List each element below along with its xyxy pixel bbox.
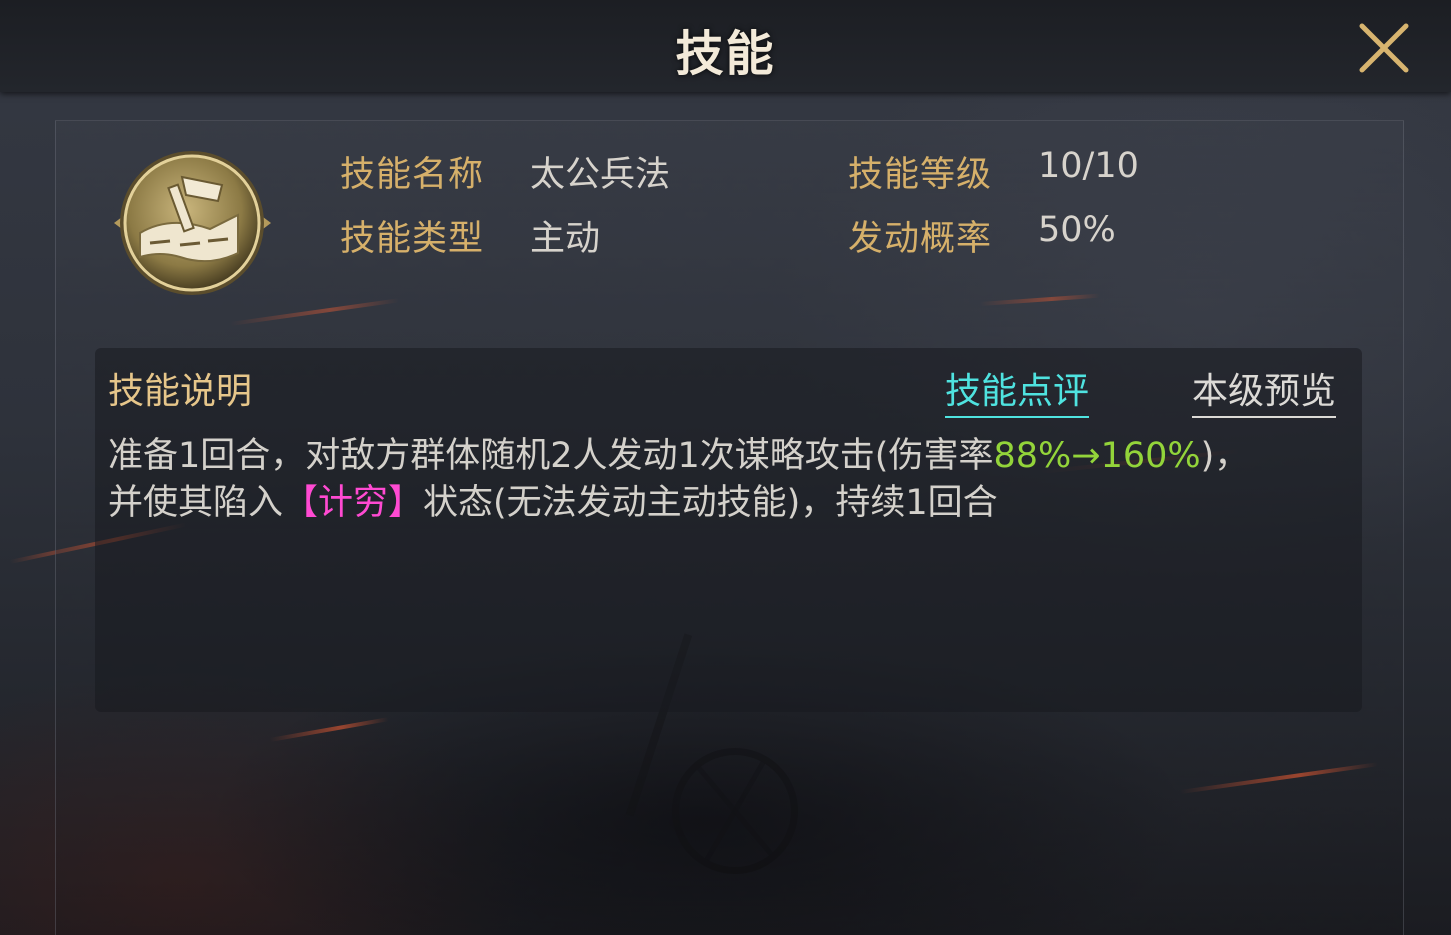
- trigger-rate-label: 发动概率: [848, 219, 993, 259]
- skill-name-label: 技能名称: [340, 155, 485, 195]
- skill-type-label: 技能类型: [340, 219, 485, 259]
- tab-skill-review[interactable]: 技能点评: [945, 362, 1090, 418]
- description-text: )，: [1200, 436, 1250, 476]
- description-text: 准备1回合，对敌方群体随机2人发动1次谋略攻击(伤害率: [108, 436, 994, 476]
- war-flag-scroll-icon: [110, 145, 275, 305]
- title-bar: 技能: [0, 0, 1451, 92]
- description-text: 并使其陷入: [108, 483, 284, 523]
- trigger-rate-value: 50%: [1038, 210, 1116, 250]
- skill-description-title: 技能说明: [108, 371, 253, 412]
- skill-level-label: 技能等级: [848, 155, 993, 195]
- skill-type-value: 主动: [530, 219, 601, 259]
- description-text: 状态(无法发动主动技能)，持续1回合: [423, 483, 998, 523]
- tab-level-preview[interactable]: 本级预览: [1192, 362, 1337, 418]
- description-line-1: 准备1回合，对敌方群体随机2人发动1次谋略攻击(伤害率88%→160%)，: [108, 427, 1249, 478]
- description-line-2: 并使其陷入【计穷】状态(无法发动主动技能)，持续1回合: [108, 474, 998, 525]
- skill-description-box: [95, 348, 1362, 712]
- skill-level-value: 10/10: [1038, 146, 1139, 186]
- damage-rate-highlight: 88%→160%: [993, 436, 1201, 476]
- close-icon: [1359, 23, 1409, 73]
- skill-dialog: 技能 技能名称 太公兵法 技能等级 10/10 技能类型 主动 发动概率 50%…: [0, 0, 1451, 935]
- status-effect-highlight: 【计穷】: [283, 483, 424, 523]
- dialog-title: 技能: [675, 26, 776, 82]
- close-button[interactable]: [1352, 16, 1416, 80]
- skill-name-value: 太公兵法: [530, 155, 671, 195]
